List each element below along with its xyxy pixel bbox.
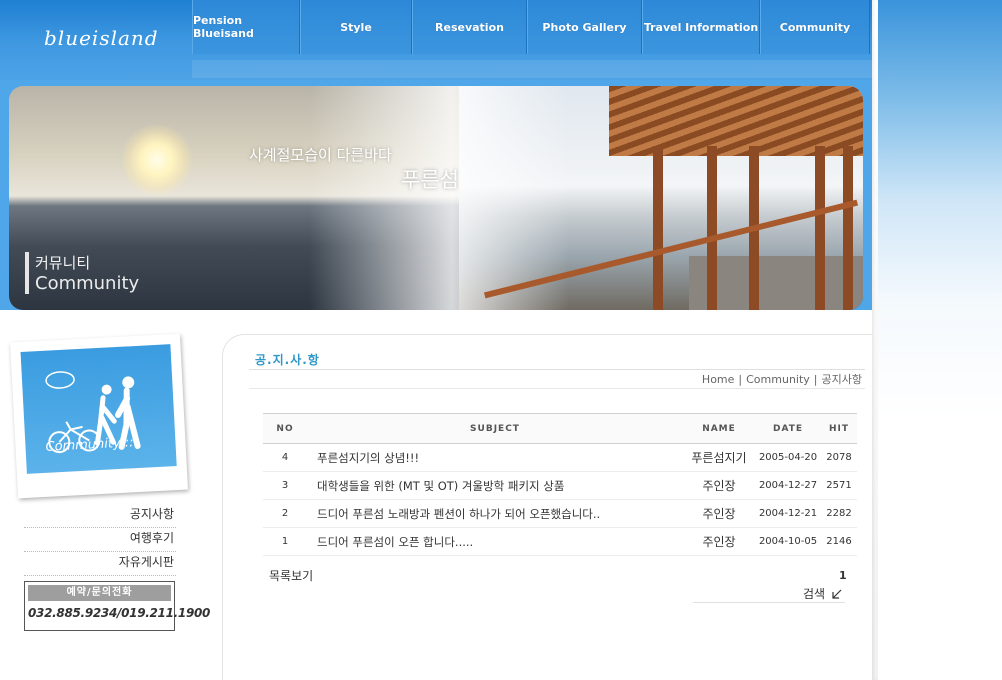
list-button[interactable]: 목록보기	[269, 567, 313, 584]
table-row: 2 드디어 푸른섬 노래방과 펜션이 하나가 되어 오픈했습니다.. 주인장 2004…	[263, 499, 857, 528]
community-illustration: Community ::	[20, 344, 177, 474]
board-body: 4 푸른섬지기의 상념!!! 푸른섬지기 2005-04-20 2078 3 대학생들을 위…	[263, 443, 857, 556]
banner-section-kr: 커뮤니티	[35, 254, 91, 272]
breadcrumb-divider	[249, 388, 865, 389]
column-header-no: NO	[263, 413, 307, 444]
cell-date: 2004-12-21	[755, 499, 821, 528]
banner-sun	[121, 124, 193, 196]
breadcrumb-separator: |	[738, 373, 743, 386]
page-number[interactable]: 1	[839, 569, 847, 582]
nav-item-photo-gallery[interactable]: Photo Gallery	[527, 0, 642, 54]
banner-title-line1: 사계절모습이 다른바다	[249, 146, 392, 164]
cell-subject[interactable]: 드디어 푸른섬 노래방과 펜션이 하나가 되어 오픈했습니다..	[307, 499, 683, 528]
cell-name: 주인장	[683, 499, 755, 528]
cell-no: 3	[263, 471, 307, 500]
banner-pergola	[483, 86, 863, 310]
community-photo: Community ::	[10, 333, 188, 499]
cell-hit: 2078	[821, 443, 857, 472]
banner-title-line2: 푸른섬	[401, 168, 459, 192]
column-header-name: NAME	[683, 413, 755, 444]
breadcrumb-separator: |	[813, 373, 818, 386]
page-edge	[872, 0, 878, 680]
content-panel: 공.지.사.항 Home | Community | 공지사항 NO SUBJECT NAM…	[222, 334, 872, 680]
cell-hit: 2571	[821, 471, 857, 500]
side-menu-item[interactable]: 여행후기	[24, 528, 176, 552]
cell-no: 4	[263, 443, 307, 472]
column-header-subject: SUBJECT	[307, 413, 683, 444]
nav-item-style[interactable]: Style	[300, 0, 412, 54]
search-label: 검색	[803, 587, 826, 601]
nav-item-travel-information[interactable]: Travel Information	[642, 0, 760, 54]
table-row: 4 푸른섬지기의 상념!!! 푸른섬지기 2005-04-20 2078	[263, 443, 857, 472]
cell-date: 2004-12-27	[755, 471, 821, 500]
cell-date: 2004-10-05	[755, 527, 821, 556]
pergola-post	[815, 146, 825, 310]
cell-no: 2	[263, 499, 307, 528]
main-nav: Pension Blueisand Style Resevation Photo Ga…	[192, 0, 870, 54]
site-logo[interactable]: blueisland	[44, 26, 159, 50]
breadcrumb: Home | Community | 공지사항	[700, 371, 864, 387]
nav-item-resevation[interactable]: Resevation	[412, 0, 527, 54]
pergola-post	[707, 146, 717, 310]
notice-board: NO SUBJECT NAME DATE HIT 4 푸른섬지기의 상념!!! 푸른섬지기 2…	[263, 413, 857, 556]
banner: 사계절모습이 다른바다 푸른섬 커뮤니티 Community	[9, 86, 863, 310]
breadcrumb-item[interactable]: Home	[702, 373, 734, 386]
column-header-hit: HIT	[821, 413, 857, 444]
cell-no: 1	[263, 527, 307, 556]
page-title: 공.지.사.항	[255, 353, 320, 367]
board-header-row: NO SUBJECT NAME DATE HIT	[263, 413, 857, 444]
side-menu-item[interactable]: 자유게시판	[24, 552, 176, 576]
phone-title: 예약/문의전화	[28, 585, 171, 601]
cell-hit: 2146	[821, 527, 857, 556]
pergola-post	[843, 146, 853, 310]
banner-section-label: 커뮤니티 Community	[25, 252, 139, 294]
column-header-date: DATE	[755, 413, 821, 444]
nav-item-community[interactable]: Community	[760, 0, 870, 54]
banner-section-en: Community	[35, 273, 140, 294]
cell-hit: 2282	[821, 499, 857, 528]
cell-name: 주인장	[683, 527, 755, 556]
breadcrumb-item[interactable]: Community	[746, 373, 810, 386]
table-row: 3 대학생들을 위한 (MT 및 OT) 겨울방학 패키지 상품 주인장 2004-1…	[263, 471, 857, 500]
side-menu-item[interactable]: 공지사항	[24, 504, 176, 528]
breadcrumb-item: 공지사항	[821, 373, 862, 386]
reservation-phone-box: 예약/문의전화 032.885.9234/019.211.1900	[24, 581, 211, 631]
cell-name: 주인장	[683, 471, 755, 500]
phone-number: 032.885.9234/019.211.1900	[28, 606, 211, 620]
title-divider	[249, 369, 865, 370]
cell-name: 푸른섬지기	[683, 443, 755, 472]
cell-subject[interactable]: 드디어 푸른섬이 오픈 합니다.....	[307, 527, 683, 556]
search-divider	[693, 602, 845, 603]
people-bicycle-icon	[45, 371, 141, 454]
pergola-post	[653, 146, 663, 310]
cell-subject[interactable]: 푸른섬지기의 상념!!!	[307, 443, 683, 472]
nav-strip	[192, 60, 872, 78]
cell-date: 2005-04-20	[755, 443, 821, 472]
banner-mist	[309, 86, 569, 310]
search-button[interactable]: 검색	[803, 585, 843, 602]
nav-item-pension-blueisand[interactable]: Pension Blueisand	[192, 0, 300, 54]
arrow-down-left-icon	[832, 589, 842, 599]
side-menu: 공지사항 여행후기 자유게시판	[24, 504, 176, 576]
table-row: 1 드디어 푸른섬이 오픈 합니다..... 주인장 2004-10-05 2146	[263, 527, 857, 556]
cell-subject[interactable]: 대학생들을 위한 (MT 및 OT) 겨울방학 패키지 상품	[307, 471, 683, 500]
